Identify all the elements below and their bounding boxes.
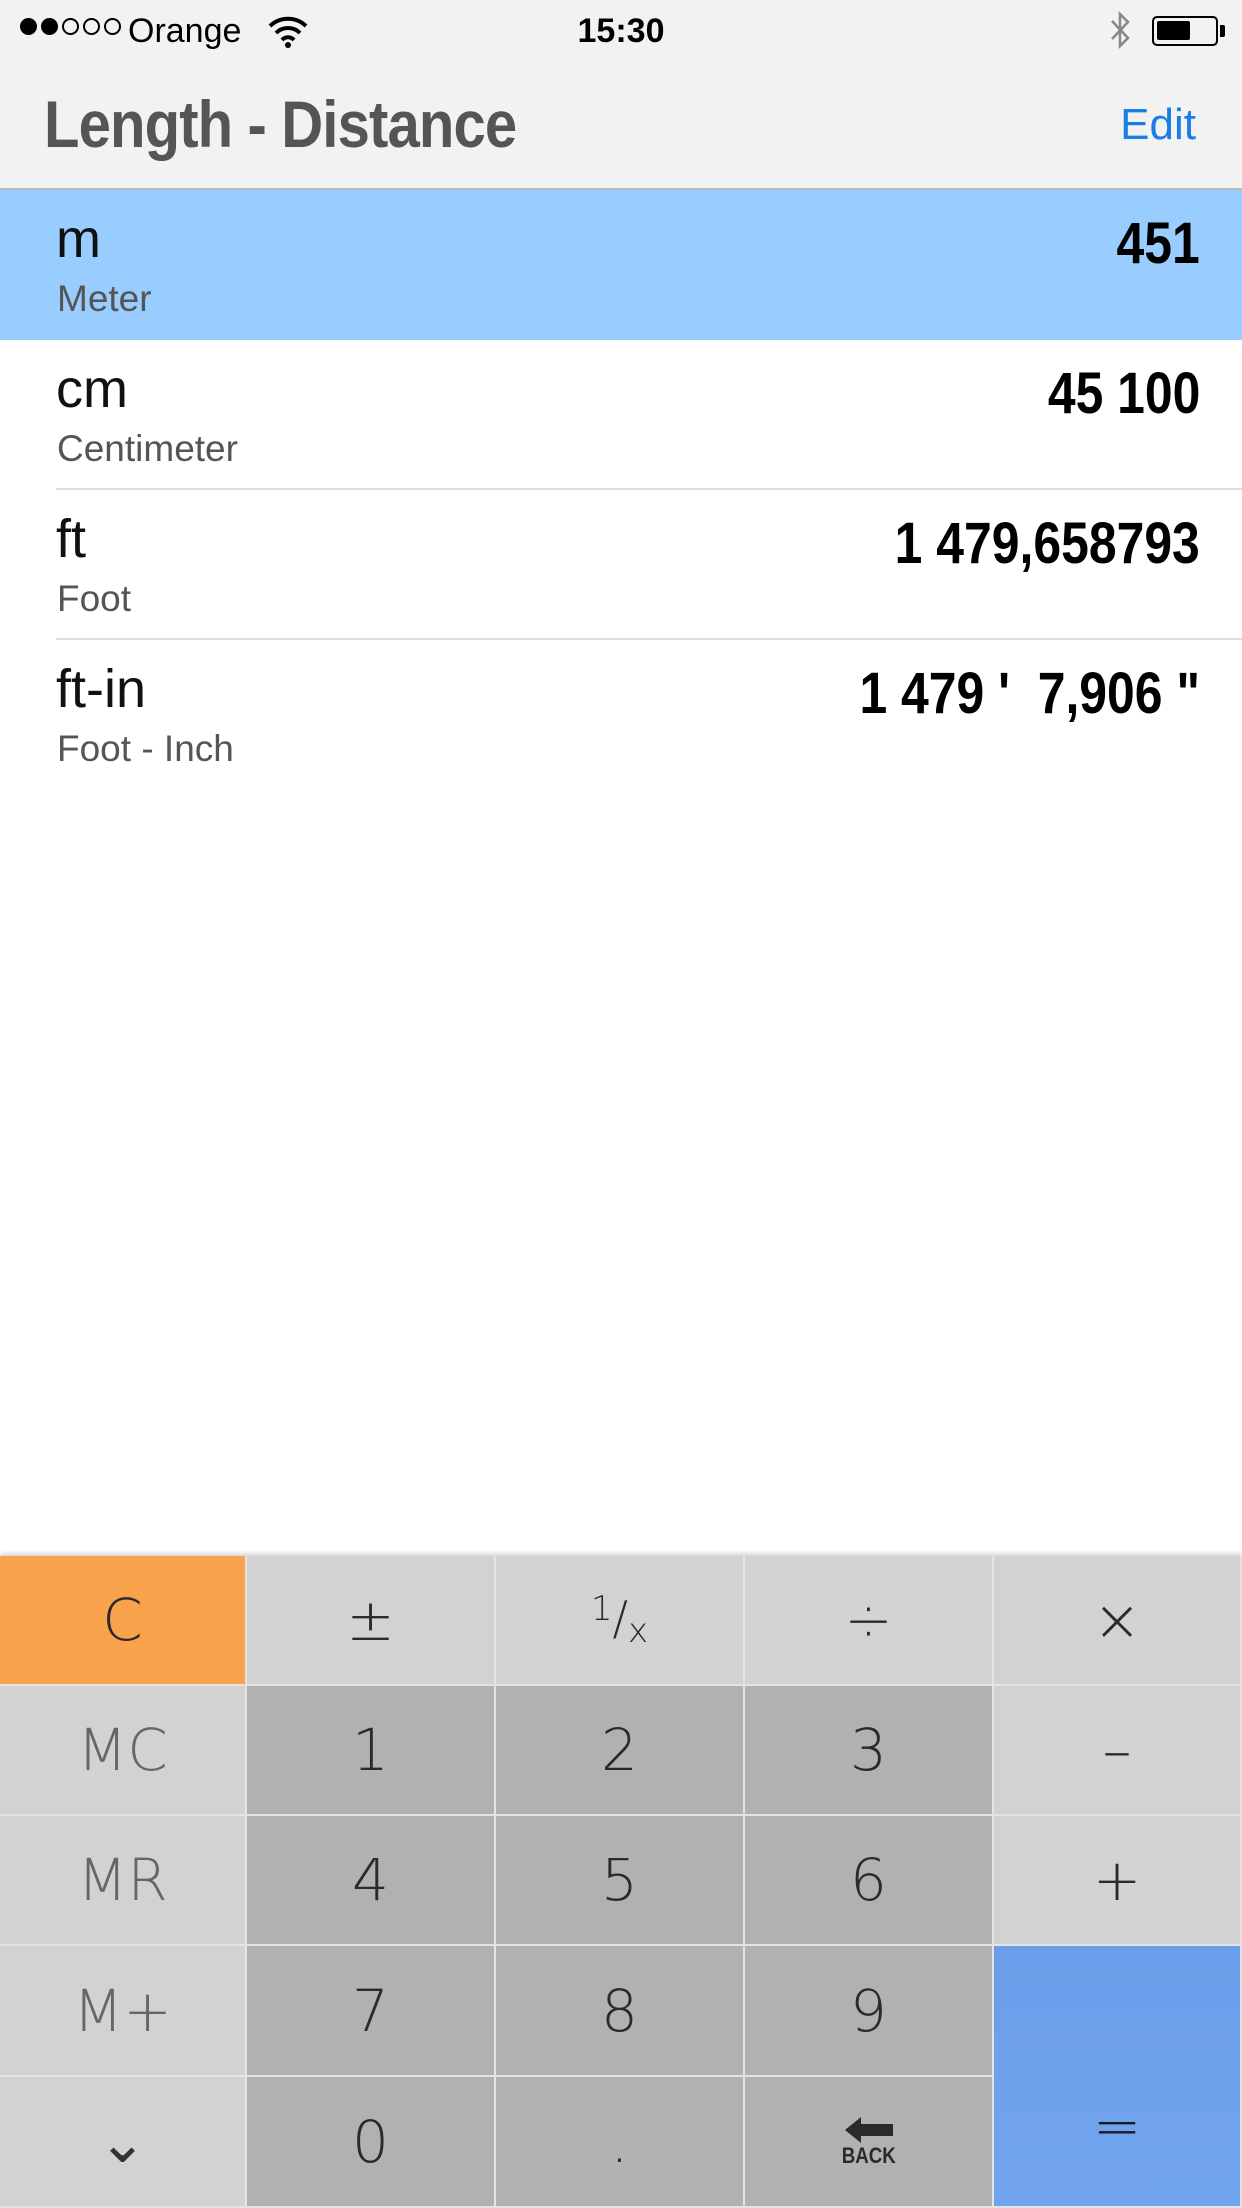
unit-abbreviation: ft-in	[56, 659, 147, 719]
reciprocal-denominator: x	[628, 1611, 649, 1651]
unit-row-centimeter[interactable]: cm Centimeter 45 100	[0, 340, 1242, 490]
decimal-point-button[interactable]: .	[496, 2077, 745, 2208]
battery-nub	[1220, 25, 1225, 37]
reciprocal-label: 1/x	[590, 1589, 649, 1651]
minus-button[interactable]: –	[994, 1686, 1242, 1816]
plus-minus-button[interactable]: ±	[247, 1556, 496, 1686]
unit-abbreviation: ft	[56, 509, 87, 569]
unit-name: Centimeter	[57, 428, 238, 469]
plus-button[interactable]: +	[994, 1816, 1242, 1946]
digit-0-button[interactable]: 0	[247, 2077, 496, 2208]
digit-7-button[interactable]: 7	[247, 1946, 496, 2077]
battery-icon	[1152, 16, 1218, 46]
digit-2-button[interactable]: 2	[496, 1686, 745, 1816]
bluetooth-icon	[1111, 10, 1130, 50]
edit-button[interactable]: Edit	[1120, 100, 1196, 150]
unit-row-meter[interactable]: m Meter 451	[0, 190, 1242, 340]
unit-list: m Meter 451 cm Centimeter 45 100 ft Foot…	[0, 190, 1242, 790]
digit-3-button[interactable]: 3	[745, 1686, 994, 1816]
unit-row-foot-inch[interactable]: ft-in Foot - Inch 1 479 ' 7,906 "	[0, 640, 1242, 790]
unit-name: Foot	[57, 578, 132, 619]
unit-name: Foot - Inch	[57, 728, 234, 769]
unit-value: 451	[1116, 211, 1200, 276]
back-label: BACK	[841, 2142, 896, 2168]
memory-add-button[interactable]: M+	[0, 1946, 247, 2077]
digit-8-button[interactable]: 8	[496, 1946, 745, 2077]
multiply-button[interactable]: ×	[994, 1556, 1242, 1686]
backspace-button[interactable]: BACK	[745, 2077, 994, 2208]
digit-1-button[interactable]: 1	[247, 1686, 496, 1816]
divide-button[interactable]: ÷	[745, 1556, 994, 1686]
left-arrow-icon	[844, 2116, 893, 2143]
memory-recall-button[interactable]: MR	[0, 1816, 247, 1946]
collapse-keypad-button[interactable]: ⌄	[0, 2077, 247, 2208]
memory-clear-button[interactable]: MC	[0, 1686, 247, 1816]
nav-bar: Length - Distance Edit	[0, 62, 1242, 190]
clear-button[interactable]: C	[0, 1556, 247, 1686]
unit-value: 1 479,658793	[894, 511, 1200, 576]
digit-5-button[interactable]: 5	[496, 1816, 745, 1946]
equals-button[interactable]: =	[994, 1946, 1242, 2208]
digit-6-button[interactable]: 6	[745, 1816, 994, 1946]
unit-row-foot[interactable]: ft Foot 1 479,658793	[0, 490, 1242, 640]
battery-fill	[1157, 21, 1190, 40]
back-arrow-icon: BACK	[837, 2115, 901, 2169]
unit-value: 1 479 ' 7,906 "	[859, 661, 1200, 726]
status-bar: Orange 15:30	[0, 0, 1242, 62]
unit-name: Meter	[57, 278, 152, 319]
unit-abbreviation: m	[56, 209, 101, 269]
reciprocal-button[interactable]: 1/x	[496, 1556, 745, 1686]
keypad: C ± 1/x ÷ × MC 1 2 3 – MR 4 5 6 + M+ 7 8…	[0, 1556, 1242, 2208]
status-time: 15:30	[577, 12, 665, 50]
digit-9-button[interactable]: 9	[745, 1946, 994, 2077]
page-title: Length - Distance	[44, 87, 517, 161]
unit-abbreviation: cm	[56, 359, 128, 419]
digit-4-button[interactable]: 4	[247, 1816, 496, 1946]
unit-value: 45 100	[1047, 361, 1200, 426]
reciprocal-numerator: 1	[590, 1589, 613, 1629]
